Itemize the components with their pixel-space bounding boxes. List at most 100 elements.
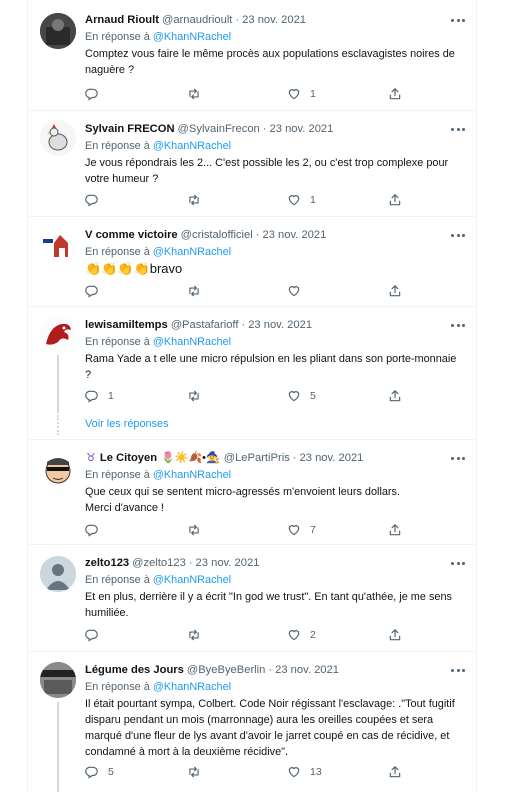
like-button[interactable]: 1 (287, 192, 316, 208)
tweet-date[interactable]: 23 nov. 2021 (248, 317, 312, 333)
author-name[interactable]: lewisamiltemps (85, 317, 168, 333)
tweet-date[interactable]: 23 nov. 2021 (262, 227, 326, 243)
share-icon (388, 87, 402, 101)
like-button[interactable]: 5 (287, 388, 316, 404)
tweet[interactable]: Sylvain FRECON @SylvainFrecon · 23 nov. … (28, 111, 477, 217)
author-handle[interactable]: @SylvainFrecon (178, 121, 260, 137)
share-button[interactable] (388, 627, 402, 643)
more-options-icon[interactable] (451, 559, 465, 567)
reply-context: En réponse à @KhanNRachel (85, 244, 465, 260)
reply-button[interactable] (85, 192, 108, 208)
avatar[interactable] (40, 662, 76, 698)
tweet-date[interactable]: 23 nov. 2021 (242, 12, 306, 28)
author-handle[interactable]: @LePartiPris (224, 450, 290, 466)
reply-button[interactable] (85, 86, 108, 102)
name-emoji-icons: 🌷☀️🍂•🧙 (161, 452, 220, 464)
reply-mention[interactable]: @KhanNRachel (153, 140, 231, 152)
tweet-text: Comptez vous faire le même procès aux po… (85, 48, 455, 76)
author-handle[interactable]: @Pastafarioff (171, 317, 239, 333)
like-icon (287, 284, 301, 298)
retweet-button[interactable] (187, 627, 201, 643)
tweet-text: Je vous répondrais les 2... C'est possib… (85, 157, 449, 185)
like-button[interactable]: 1 (287, 86, 316, 102)
author-handle[interactable]: @arnaudrioult (162, 12, 232, 28)
avatar[interactable] (40, 13, 76, 49)
author-name[interactable]: Le Citoyen (100, 450, 157, 466)
share-button[interactable] (388, 764, 402, 780)
tweet-date[interactable]: 23 nov. 2021 (300, 450, 364, 466)
avatar[interactable] (40, 452, 76, 488)
tweet[interactable]: ♉ Le Citoyen 🌷☀️🍂•🧙 @LePartiPris · 23 no… (28, 440, 477, 545)
like-button[interactable]: 13 (287, 764, 322, 780)
retweet-button[interactable] (187, 86, 201, 102)
retweet-button[interactable] (187, 522, 201, 538)
share-button[interactable] (388, 192, 402, 208)
tweet-date[interactable]: 23 nov. 2021 (196, 555, 260, 571)
tweet[interactable]: zelto123 @zelto123 · 23 nov. 2021 En rép… (28, 545, 477, 652)
retweet-icon (187, 628, 201, 642)
tweet-text: Il était pourtant sympa, Colbert. Code N… (85, 698, 455, 758)
more-options-icon[interactable] (451, 125, 465, 133)
author-handle[interactable]: @cristalofficiel (181, 227, 253, 243)
tweet[interactable]: lewisamiltemps @Pastafarioff · 23 nov. 2… (28, 307, 477, 440)
retweet-button[interactable] (187, 764, 201, 780)
separator: · (188, 557, 193, 569)
tweet-header: ♉ Le Citoyen 🌷☀️🍂•🧙 @LePartiPris · 23 no… (85, 450, 465, 466)
tweet[interactable]: Légume des Jours @ByeByeBerlin · 23 nov.… (28, 652, 477, 792)
like-icon (287, 628, 301, 642)
author-name[interactable]: Arnaud Rioult (85, 12, 159, 28)
author-name[interactable]: V comme victoire (85, 227, 178, 243)
reply-button[interactable]: 1 (85, 388, 114, 404)
like-button[interactable] (287, 283, 310, 299)
share-button[interactable] (388, 388, 402, 404)
separator: · (292, 452, 297, 464)
share-icon (388, 523, 402, 537)
more-options-icon[interactable] (451, 231, 465, 239)
like-button[interactable]: 7 (287, 522, 316, 538)
tweet[interactable]: Arnaud Rioult @arnaudrioult · 23 nov. 20… (28, 0, 477, 111)
avatar[interactable] (40, 556, 76, 592)
avatar[interactable] (40, 316, 76, 352)
author-name[interactable]: Sylvain FRECON (85, 121, 175, 137)
more-options-icon[interactable] (451, 321, 465, 329)
retweet-button[interactable] (187, 283, 201, 299)
reply-icon (85, 389, 99, 403)
author-name[interactable]: Légume des Jours (85, 662, 184, 678)
reply-button[interactable] (85, 283, 108, 299)
retweet-button[interactable] (187, 388, 201, 404)
share-button[interactable] (388, 86, 402, 102)
share-button[interactable] (388, 283, 402, 299)
reply-mention[interactable]: @KhanNRachel (153, 31, 231, 43)
tweet-date[interactable]: 23 nov. 2021 (275, 662, 339, 678)
author-handle[interactable]: @ByeByeBerlin (187, 662, 266, 678)
more-options-icon[interactable] (451, 666, 465, 674)
reply-context: En réponse à @KhanNRachel (85, 572, 465, 588)
author-handle[interactable]: @zelto123 (132, 555, 186, 571)
avatar-photo-icon (40, 13, 76, 49)
more-options-icon[interactable] (451, 16, 465, 24)
reply-button[interactable] (85, 627, 108, 643)
show-replies-link[interactable]: Voir les réponses (85, 418, 169, 430)
tweet-date[interactable]: 23 nov. 2021 (270, 121, 334, 137)
reply-mention[interactable]: @KhanNRachel (153, 246, 231, 258)
reply-mention[interactable]: @KhanNRachel (153, 574, 231, 586)
reply-mention[interactable]: @KhanNRachel (153, 336, 231, 348)
avatar[interactable] (40, 120, 76, 156)
reply-button[interactable]: 5 (85, 764, 114, 780)
tweet-actions: 1 5 (85, 388, 465, 404)
tweet-actions: 1 (85, 86, 465, 102)
like-button[interactable]: 2 (287, 627, 316, 643)
like-icon (287, 87, 301, 101)
reply-mention[interactable]: @KhanNRachel (153, 681, 231, 693)
avatar[interactable] (40, 227, 76, 263)
more-options-icon[interactable] (451, 454, 465, 462)
like-icon (287, 193, 301, 207)
reply-icon (85, 765, 99, 779)
share-button[interactable] (388, 522, 402, 538)
reply-mention[interactable]: @KhanNRachel (153, 469, 231, 481)
retweet-icon (187, 765, 201, 779)
retweet-button[interactable] (187, 192, 201, 208)
author-name[interactable]: zelto123 (85, 555, 129, 571)
reply-button[interactable] (85, 522, 108, 538)
tweet[interactable]: V comme victoire @cristalofficiel · 23 n… (28, 217, 477, 307)
